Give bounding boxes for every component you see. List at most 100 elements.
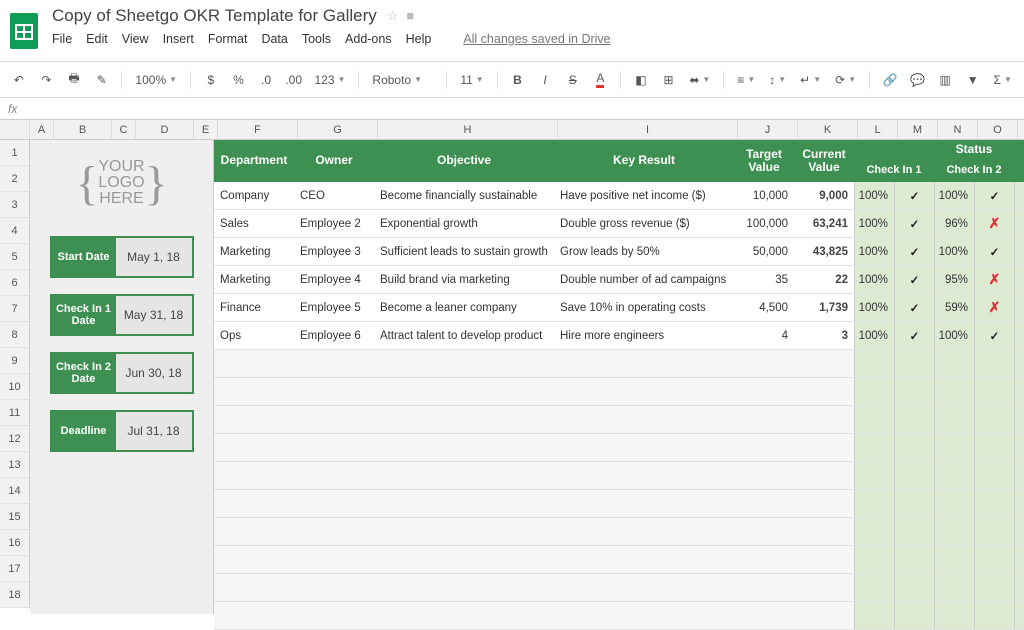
cell-owner[interactable]: Employee 2: [294, 210, 374, 237]
row-header[interactable]: 3: [0, 192, 29, 218]
zoom-select[interactable]: 100%▼: [131, 73, 181, 87]
cell-c2s[interactable]: ✗: [974, 266, 1014, 293]
th-objective[interactable]: Objective: [374, 140, 554, 182]
row-header[interactable]: 6: [0, 270, 29, 296]
menu-file[interactable]: File: [52, 32, 72, 46]
cell-target[interactable]: 100,000: [734, 210, 794, 237]
menu-addons[interactable]: Add-ons: [345, 32, 392, 46]
row-header[interactable]: 9: [0, 348, 29, 374]
th-target[interactable]: Target Value: [734, 140, 794, 182]
row-header[interactable]: 14: [0, 478, 29, 504]
column-header[interactable]: D: [136, 120, 194, 139]
cell-department[interactable]: Ops: [214, 322, 294, 349]
cell-dp[interactable]: 63%: [1014, 210, 1024, 237]
merge-icon[interactable]: ⬌▼: [685, 73, 714, 87]
table-row[interactable]: Company CEO Become financially sustainab…: [214, 182, 1024, 210]
cell-c2s[interactable]: ✗: [974, 210, 1014, 237]
column-header[interactable]: N: [938, 120, 978, 139]
cell-c1p[interactable]: 100%: [854, 266, 894, 293]
table-row-empty[interactable]: [214, 406, 1024, 434]
table-row-empty[interactable]: [214, 602, 1024, 630]
th-owner[interactable]: Owner: [294, 140, 374, 182]
row-header[interactable]: 1: [0, 140, 29, 166]
print-icon[interactable]: 🖶: [63, 69, 85, 91]
cell-c1p[interactable]: 100%: [854, 294, 894, 321]
table-row-empty[interactable]: [214, 434, 1024, 462]
th-check2[interactable]: Check In 2: [934, 158, 1014, 182]
wrap-icon[interactable]: ↵▼: [796, 73, 825, 87]
cell-target[interactable]: 35: [734, 266, 794, 293]
cell-c1s[interactable]: ✓: [894, 210, 934, 237]
row-header[interactable]: 16: [0, 530, 29, 556]
italic-icon[interactable]: I: [534, 69, 556, 91]
cell-keyresult[interactable]: Double gross revenue ($): [554, 210, 734, 237]
row-header[interactable]: 12: [0, 426, 29, 452]
undo-icon[interactable]: ↶: [8, 69, 30, 91]
th-check1[interactable]: Check In 1: [854, 158, 934, 182]
cell-objective[interactable]: Attract talent to develop product: [374, 322, 554, 349]
menu-format[interactable]: Format: [208, 32, 248, 46]
cell-target[interactable]: 4: [734, 322, 794, 349]
cell-dp[interactable]: 63%: [1014, 266, 1024, 293]
table-row-empty[interactable]: [214, 518, 1024, 546]
cell-c1p[interactable]: 100%: [854, 210, 894, 237]
th-current[interactable]: Current Value: [794, 140, 854, 182]
date-box[interactable]: Check In 1 DateMay 31, 18: [50, 294, 194, 336]
cell-c1s[interactable]: ✓: [894, 294, 934, 321]
cell-dp[interactable]: 77%: [1014, 322, 1024, 349]
chart-icon[interactable]: ▥: [934, 69, 956, 91]
cell-owner[interactable]: Employee 5: [294, 294, 374, 321]
menu-data[interactable]: Data: [261, 32, 287, 46]
date-value[interactable]: Jun 30, 18: [116, 354, 192, 392]
cell-c1p[interactable]: 100%: [854, 322, 894, 349]
text-color-icon[interactable]: A: [590, 69, 612, 91]
folder-icon[interactable]: ■: [406, 8, 414, 24]
cell-c2s[interactable]: ✓: [974, 238, 1014, 265]
cell-c1p[interactable]: 100%: [854, 238, 894, 265]
column-header[interactable]: P: [1018, 120, 1024, 139]
menu-help[interactable]: Help: [406, 32, 432, 46]
v-align-icon[interactable]: ↕▼: [765, 73, 790, 87]
date-value[interactable]: May 1, 18: [116, 238, 192, 276]
column-header[interactable]: M: [898, 120, 938, 139]
cell-c2p[interactable]: 95%: [934, 266, 974, 293]
table-row[interactable]: Sales Employee 2 Exponential growth Doub…: [214, 210, 1024, 238]
bold-icon[interactable]: B: [507, 69, 529, 91]
save-status[interactable]: All changes saved in Drive: [463, 32, 610, 46]
cell-objective[interactable]: Become a leaner company: [374, 294, 554, 321]
column-header[interactable]: B: [54, 120, 112, 139]
cell-c2p[interactable]: 100%: [934, 322, 974, 349]
cell-current[interactable]: 63,241: [794, 210, 854, 237]
row-header[interactable]: 18: [0, 582, 29, 608]
menu-edit[interactable]: Edit: [86, 32, 108, 46]
cell-department[interactable]: Finance: [214, 294, 294, 321]
cell-objective[interactable]: Exponential growth: [374, 210, 554, 237]
row-header[interactable]: 2: [0, 166, 29, 192]
sheets-logo[interactable]: [0, 0, 48, 61]
cell-c2p[interactable]: 100%: [934, 182, 974, 209]
table-row[interactable]: Marketing Employee 3 Sufficient leads to…: [214, 238, 1024, 266]
date-value[interactable]: May 31, 18: [116, 296, 192, 334]
column-header[interactable]: [0, 120, 30, 139]
table-row[interactable]: Marketing Employee 4 Build brand via mar…: [214, 266, 1024, 294]
cell-c2p[interactable]: 59%: [934, 294, 974, 321]
currency-icon[interactable]: $: [200, 69, 222, 91]
cell-current[interactable]: 3: [794, 322, 854, 349]
menu-insert[interactable]: Insert: [163, 32, 194, 46]
cell-owner[interactable]: Employee 3: [294, 238, 374, 265]
font-select[interactable]: Roboto▼: [368, 73, 437, 87]
cell-keyresult[interactable]: Have positive net income ($): [554, 182, 734, 209]
functions-icon[interactable]: Σ▼: [990, 73, 1016, 87]
cell-dp[interactable]: 88%: [1014, 238, 1024, 265]
date-box[interactable]: Check In 2 DateJun 30, 18: [50, 352, 194, 394]
menu-tools[interactable]: Tools: [302, 32, 331, 46]
row-header[interactable]: 17: [0, 556, 29, 582]
cell-keyresult[interactable]: Save 10% in operating costs: [554, 294, 734, 321]
row-header[interactable]: 13: [0, 452, 29, 478]
row-header[interactable]: 5: [0, 244, 29, 270]
column-header[interactable]: J: [738, 120, 798, 139]
redo-icon[interactable]: ↷: [36, 69, 58, 91]
cell-department[interactable]: Sales: [214, 210, 294, 237]
row-header[interactable]: 8: [0, 322, 29, 348]
cell-keyresult[interactable]: Hire more engineers: [554, 322, 734, 349]
